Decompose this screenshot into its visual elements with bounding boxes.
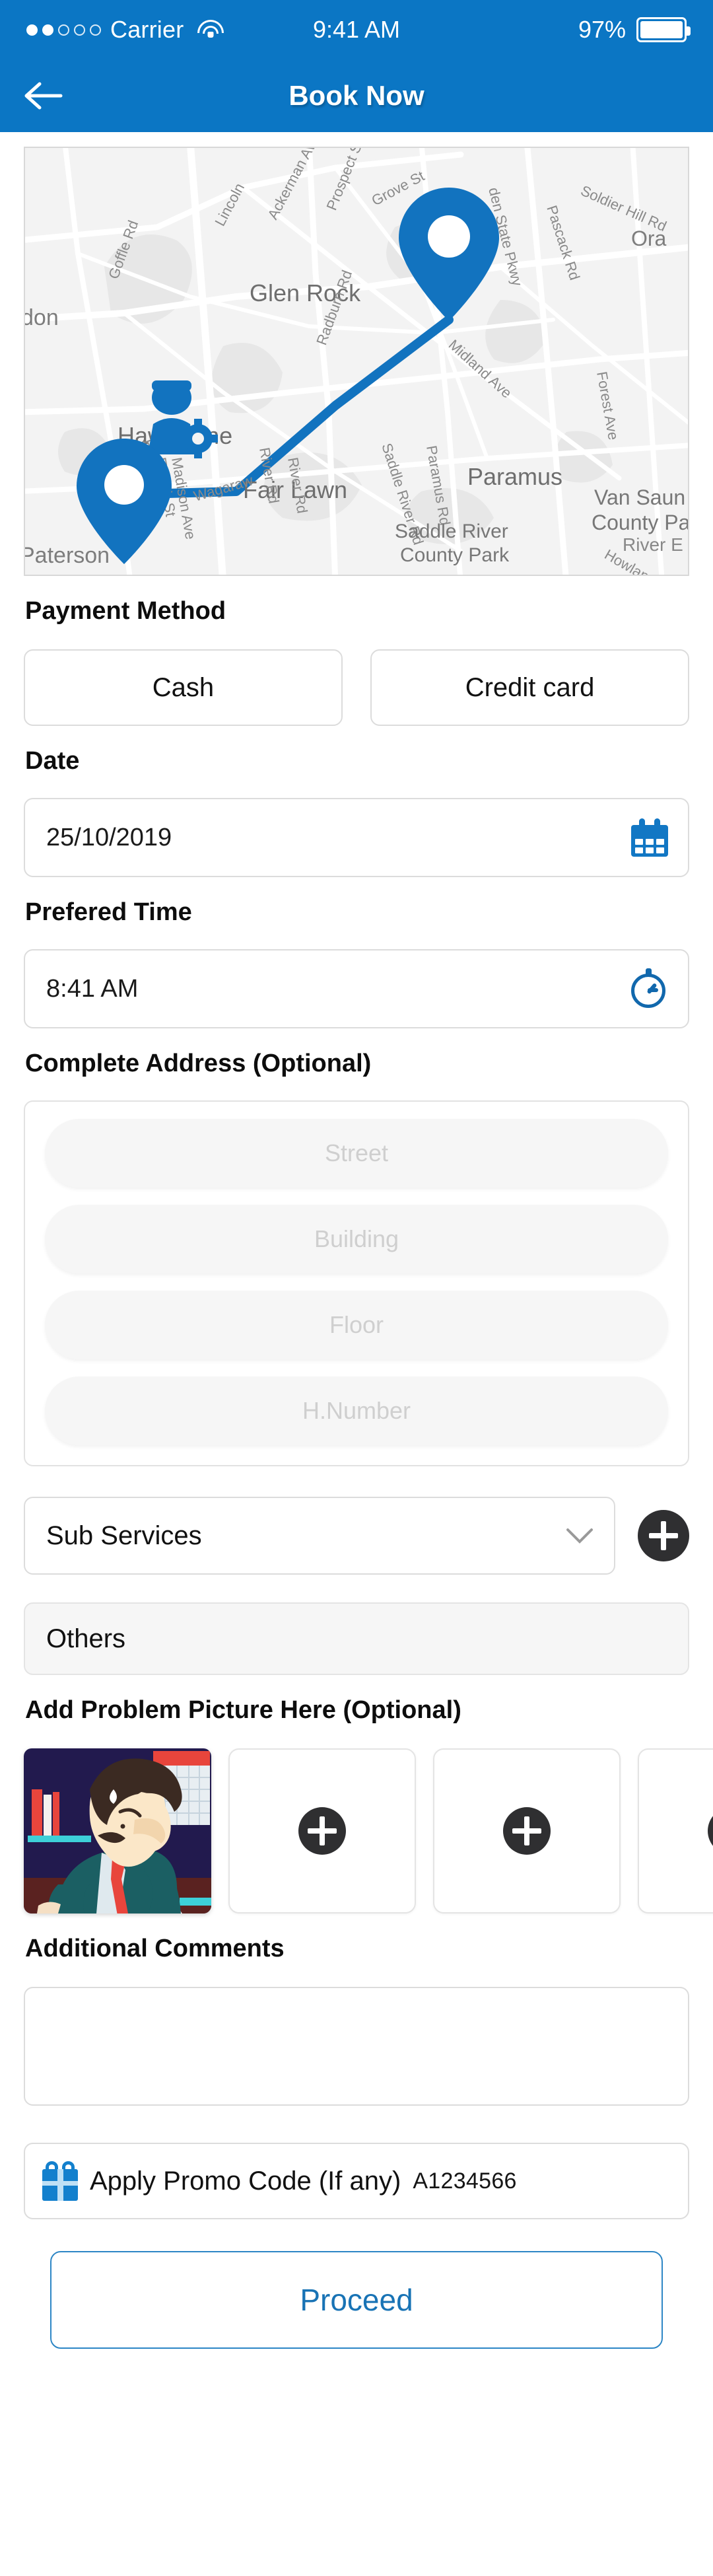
- date-input[interactable]: 25/10/2019: [24, 798, 689, 877]
- add-picture-button[interactable]: [708, 1807, 713, 1855]
- arrow-left-icon: [22, 81, 63, 111]
- proceed-section: Proceed: [0, 2219, 713, 2349]
- wifi-icon: [197, 20, 224, 40]
- svg-text:Paramus: Paramus: [467, 463, 562, 490]
- payment-option-cash[interactable]: Cash: [24, 649, 343, 726]
- form-body: don Glen Rock Hawthorne Fair Lawn Paramu…: [0, 147, 713, 2219]
- additional-comments-input[interactable]: [24, 1987, 689, 2106]
- street-field[interactable]: Street: [45, 1119, 668, 1188]
- page-title: Book Now: [289, 80, 424, 111]
- prefered-time-label: Prefered Time: [25, 898, 192, 926]
- svg-text:Saddle River: Saddle River: [395, 520, 508, 542]
- stressed-man-illustration: [24, 1748, 211, 1914]
- signal-strength-icon: [26, 24, 101, 36]
- svg-text:Ora: Ora: [631, 227, 667, 250]
- add-problem-picture-label: Add Problem Picture Here (Optional): [25, 1696, 461, 1724]
- sub-services-select[interactable]: Sub Services: [24, 1497, 615, 1575]
- plus-icon: [649, 1521, 678, 1550]
- svg-text:County Par: County Par: [592, 511, 688, 534]
- battery-percent-label: 97%: [578, 16, 626, 43]
- payment-method-options: Cash Credit card: [24, 649, 689, 726]
- add-picture-slot[interactable]: [638, 1748, 713, 1914]
- others-field[interactable]: Others: [24, 1602, 689, 1675]
- map-canvas: don Glen Rock Hawthorne Fair Lawn Paramu…: [25, 148, 688, 575]
- status-bar-clock: 9:41 AM: [312, 16, 401, 43]
- add-picture-button[interactable]: [503, 1807, 551, 1855]
- promo-code-value: A1234566: [413, 2168, 517, 2194]
- payment-option-credit-card[interactable]: Credit card: [370, 649, 689, 726]
- route-map[interactable]: don Glen Rock Hawthorne Fair Lawn Paramu…: [24, 147, 689, 576]
- sub-services-row: Sub Services: [24, 1497, 689, 1575]
- svg-text:River E: River E: [623, 534, 683, 555]
- add-picture-button[interactable]: [298, 1807, 346, 1855]
- svg-text:County Park: County Park: [400, 544, 510, 566]
- sub-services-selected-value: Sub Services: [46, 1521, 202, 1550]
- svg-text:Paterson: Paterson: [25, 543, 110, 568]
- problem-picture-thumbnail[interactable]: [24, 1748, 211, 1914]
- house-number-field[interactable]: H.Number: [45, 1377, 668, 1445]
- app-header: Book Now: [0, 59, 713, 132]
- promo-code-row[interactable]: Apply Promo Code (If any) A1234566: [24, 2143, 689, 2219]
- svg-text:don: don: [25, 305, 59, 330]
- plus-icon: [512, 1816, 541, 1845]
- gift-icon: [42, 2161, 78, 2201]
- problem-picture-row: [24, 1748, 713, 1914]
- floor-field[interactable]: Floor: [45, 1291, 668, 1359]
- plus-icon: [308, 1816, 337, 1845]
- time-input[interactable]: 8:41 AM: [24, 949, 689, 1028]
- add-sub-service-button[interactable]: [638, 1510, 689, 1561]
- svg-text:Van Saun: Van Saun: [594, 485, 685, 509]
- stopwatch-icon[interactable]: [630, 968, 668, 1009]
- building-field[interactable]: Building: [45, 1205, 668, 1273]
- calendar-icon[interactable]: [631, 818, 668, 857]
- status-bar: Carrier 9:41 AM 97%: [0, 0, 713, 59]
- book-now-screen: Carrier 9:41 AM 97% Book Now on Glen Roc…: [0, 0, 713, 2576]
- promo-code-label: Apply Promo Code (If any): [90, 2166, 401, 2196]
- time-value: 8:41 AM: [46, 974, 139, 1003]
- additional-comments-label: Additional Comments: [25, 1935, 285, 1962]
- status-bar-right: 97%: [400, 16, 691, 44]
- status-bar-left: Carrier: [26, 16, 313, 44]
- payment-method-label: Payment Method: [25, 597, 226, 625]
- chevron-down-icon: [565, 1527, 594, 1544]
- back-button[interactable]: [20, 73, 66, 119]
- carrier-label: Carrier: [110, 16, 184, 43]
- complete-address-label: Complete Address (Optional): [25, 1050, 372, 1077]
- add-picture-slot[interactable]: [433, 1748, 621, 1914]
- battery-full-icon: [636, 17, 691, 42]
- date-value: 25/10/2019: [46, 823, 172, 851]
- proceed-button[interactable]: Proceed: [50, 2251, 663, 2349]
- date-label: Date: [25, 747, 80, 775]
- address-fields-group: Street Building Floor H.Number: [24, 1100, 689, 1466]
- add-picture-slot[interactable]: [228, 1748, 416, 1914]
